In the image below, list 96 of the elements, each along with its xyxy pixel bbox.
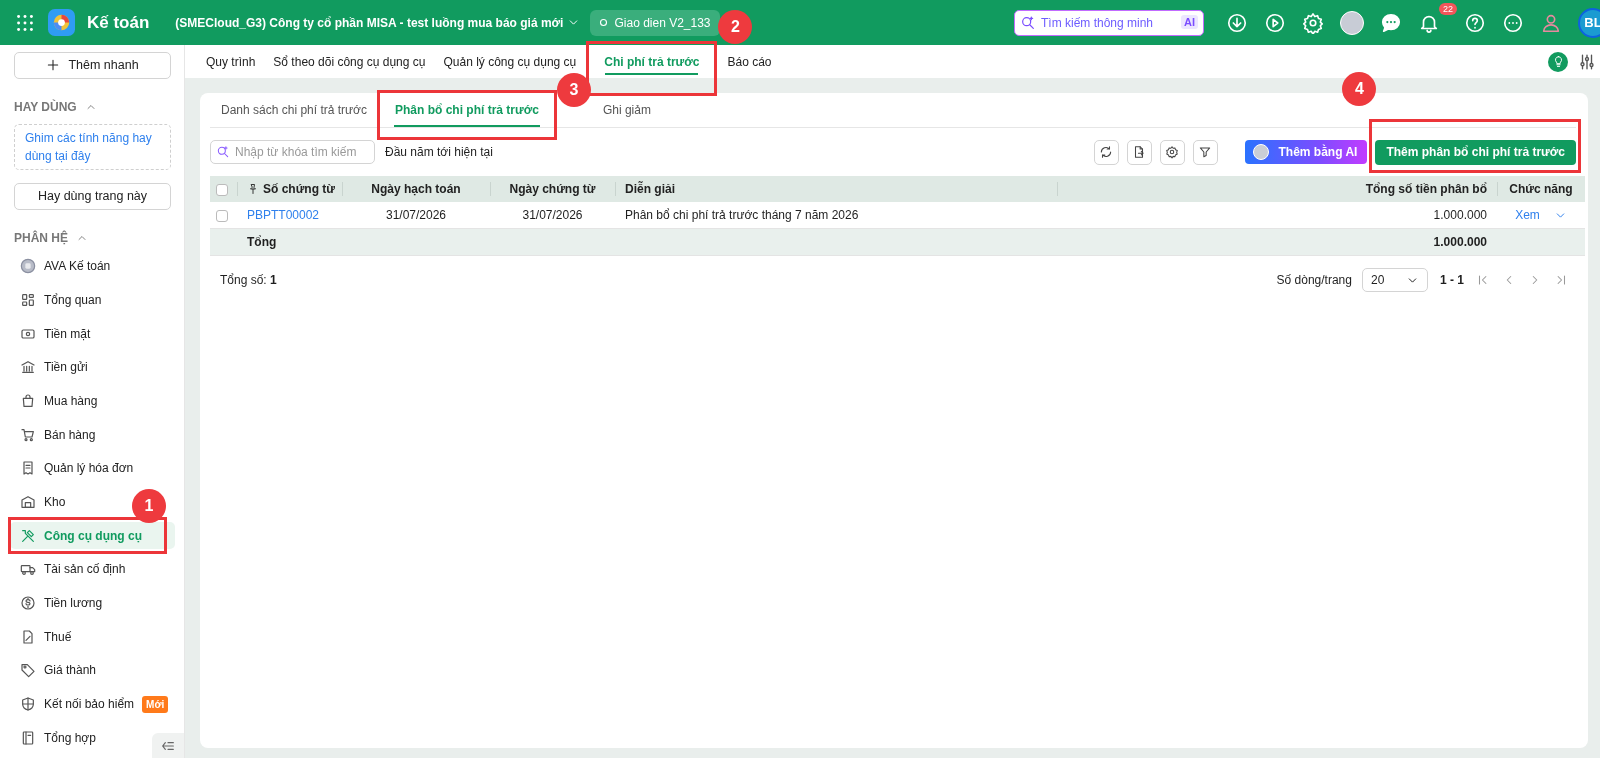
sidebar-item[interactable]: Kho (10, 488, 72, 516)
avatar-icon (20, 258, 36, 275)
more-icon[interactable] (1502, 11, 1524, 34)
file-export-icon (1132, 145, 1147, 159)
sidebar-item[interactable]: Tài sản cố định (10, 555, 132, 583)
section-title: PHÂN HỆ (14, 230, 68, 245)
notification-badge: 22 (1439, 2, 1457, 15)
plus-icon (46, 58, 61, 73)
table-cell: 1.000.000 (1057, 202, 1497, 229)
view-link[interactable]: Xem (1515, 208, 1540, 222)
sliders-icon[interactable] (1578, 52, 1596, 71)
column-header: Diễn giải (615, 176, 1057, 202)
filter-button[interactable] (1192, 139, 1218, 165)
sidebar-item[interactable]: Tiền gửi (10, 353, 94, 381)
column-header: Chức năng (1497, 176, 1585, 202)
document-link[interactable]: PBPTT00002 (237, 202, 342, 229)
table-cell: 31/07/2026 (342, 202, 490, 229)
tab[interactable]: Phân bổ chi phí trả trước (385, 93, 548, 127)
total-count: Tổng số: 1 (220, 273, 277, 287)
app-logo-icon (48, 9, 75, 36)
ai-avatar-icon (1252, 144, 1269, 160)
export-button[interactable] (1126, 139, 1152, 165)
cart-icon (20, 426, 36, 443)
page-size-label: Số dòng/trang (1276, 273, 1352, 287)
tab[interactable]: Sổ theo dõi công cụ dụng cụ (264, 45, 435, 78)
bag-icon (20, 392, 36, 409)
table-cell: 31/07/2026 (490, 202, 615, 229)
sidebar-item[interactable]: Tổng hợp (10, 724, 102, 752)
refresh-button[interactable] (1093, 139, 1119, 165)
last-page-icon[interactable] (1554, 273, 1568, 287)
sidebar-item[interactable]: Bán hàng (10, 421, 102, 449)
warehouse-icon (20, 494, 36, 510)
column-header: Số chứng từ (237, 176, 342, 202)
sidebar-item[interactable]: Giá thành (10, 656, 103, 684)
sparkle-search-icon (216, 145, 230, 159)
download-icon[interactable] (1226, 11, 1248, 34)
sidebar-item[interactable]: Kết nối bảo hiểm Mới (10, 690, 175, 718)
quick-add-button[interactable]: Thêm nhanh (14, 52, 171, 79)
book-icon (20, 729, 36, 746)
add-allocation-button[interactable]: Thêm phân bổ chi phí trả trước (1375, 139, 1576, 165)
favorite-page-button[interactable]: Hay dùng trang này (14, 182, 171, 210)
tab[interactable]: Ghi giảm (593, 93, 660, 127)
shield-icon (20, 696, 36, 713)
lightbulb-button[interactable] (1548, 51, 1568, 72)
page-size-select[interactable]: 20 (1362, 268, 1428, 292)
tag-icon (20, 662, 36, 679)
sidebar-item[interactable]: Tổng quan (10, 286, 108, 314)
tab[interactable]: Báo cáo (718, 45, 781, 78)
help-icon[interactable] (1464, 11, 1486, 34)
company-selector[interactable]: (SMECloud_G3) Công ty cổ phần MISA - test luồng mua báo giá mới (175, 15, 581, 30)
column-header: Ngày hạch toán (342, 176, 490, 202)
tab[interactable]: Danh sách chi phí trả trước (212, 93, 376, 127)
sparkle-search-icon (1020, 14, 1036, 31)
period-selector[interactable]: Đầu năm tới hiện tại (385, 145, 493, 159)
row-checkbox[interactable] (216, 209, 228, 222)
sidebar-item[interactable]: Tiền lương (10, 589, 109, 617)
filter-icon (1198, 145, 1213, 159)
document-icon (20, 628, 36, 645)
tools-icon (20, 527, 36, 544)
chat-icon[interactable] (1380, 11, 1402, 34)
settings-icon (1165, 145, 1180, 159)
select-all-checkbox[interactable] (216, 183, 228, 196)
column-header: Ngày chứng từ (490, 176, 615, 202)
circle-icon (599, 18, 609, 27)
receipt-icon (20, 460, 36, 477)
step-marker: 1 (132, 489, 166, 524)
app-title: Kế toán (87, 12, 150, 33)
grid-icon (20, 291, 36, 308)
settings-button[interactable] (1159, 139, 1185, 165)
sidebar-item[interactable]: Thuế (10, 623, 78, 651)
favorites-hint: Ghim các tính năng hay dùng tại đây (14, 123, 171, 170)
collapse-sidebar-button[interactable] (152, 733, 184, 758)
add-with-ai-button[interactable]: Thêm bằng AI (1244, 140, 1368, 164)
play-icon[interactable] (1264, 11, 1286, 34)
pin-icon (247, 183, 259, 195)
column-header: Tổng số tiền phân bổ (1057, 176, 1497, 202)
sidebar-item[interactable]: Quản lý hóa đơn (10, 454, 140, 482)
dollar-icon (20, 595, 36, 612)
sidebar-item[interactable]: AVA Kế toán (10, 252, 117, 280)
refresh-icon (1099, 145, 1114, 159)
page-range: 1 - 1 (1440, 273, 1464, 287)
search-field[interactable]: Nhập từ khóa tìm kiếm (210, 140, 375, 164)
table-cell: Phân bổ chi phí trả trước tháng 7 năm 2026 (615, 202, 1057, 229)
sidebar-item[interactable]: Tiền mặt (10, 320, 97, 348)
total-label: Tổng (237, 228, 342, 256)
settings-icon[interactable] (1302, 11, 1324, 34)
section-title: HAY DÙNG (14, 99, 77, 114)
sidebar-item[interactable]: Mua hàng (10, 387, 104, 415)
first-page-icon[interactable] (1476, 273, 1490, 287)
total-amount: 1.000.000 (1057, 228, 1497, 256)
user-avatar[interactable] (1340, 10, 1364, 35)
bank-icon (20, 359, 36, 376)
tab[interactable]: Chi phí trả trước (595, 45, 709, 78)
new-badge: Mới (142, 695, 169, 713)
step-marker: 3 (556, 73, 591, 107)
tab[interactable]: Quy trình (197, 45, 265, 78)
